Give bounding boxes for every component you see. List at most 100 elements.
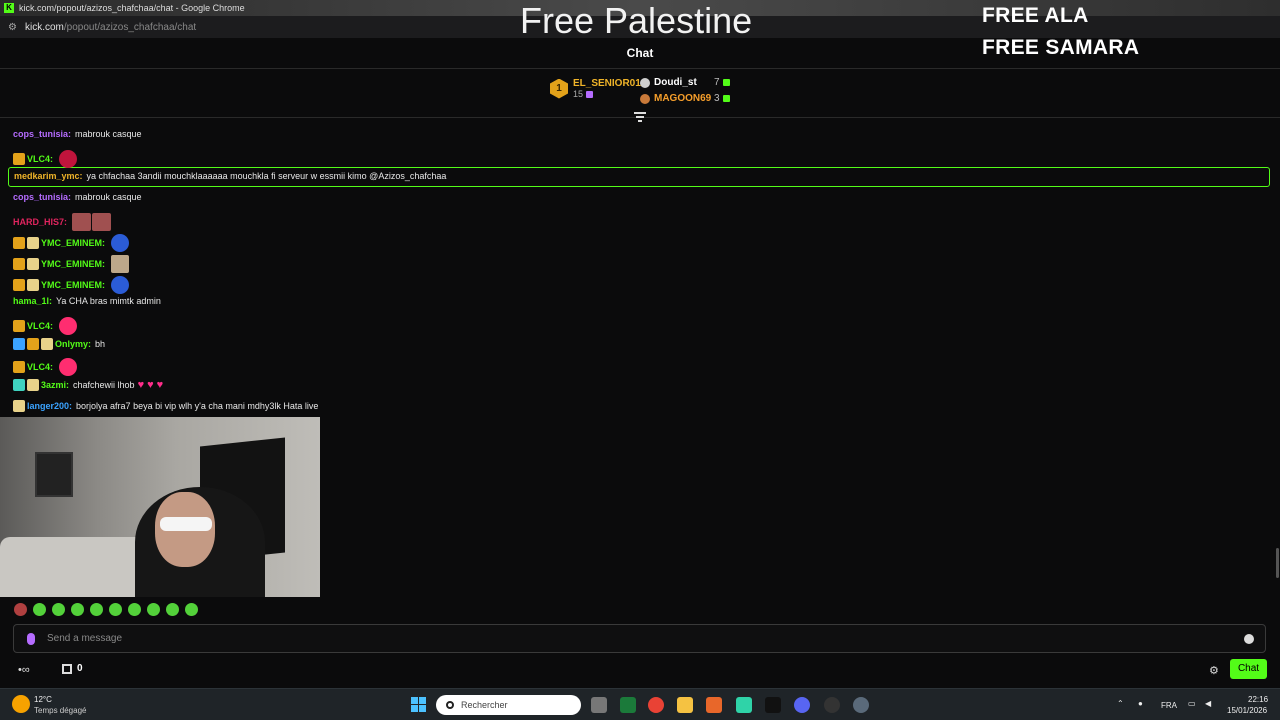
chat-message[interactable]: HARD_HIS7: (13, 213, 112, 231)
windows-start-icon[interactable] (411, 697, 426, 712)
chat-username[interactable]: HARD_HIS7: (13, 217, 67, 227)
emote-icon[interactable] (166, 603, 179, 616)
settings-icon[interactable] (853, 697, 869, 713)
collapse-leaderboard-icon[interactable] (634, 112, 646, 122)
emote-icon[interactable] (109, 603, 122, 616)
emote-icon[interactable] (128, 603, 141, 616)
crown-badge-icon[interactable] (13, 320, 25, 332)
emote-icon[interactable] (147, 603, 160, 616)
chat-scrollbar[interactable] (1276, 548, 1279, 578)
chat-message-text: ya chfachaa 3andii mouchklaaaaaa mouchkl… (86, 171, 447, 181)
chat-message[interactable]: VLC4: (13, 358, 78, 376)
chat-username[interactable]: Onlymy: (55, 339, 91, 349)
chat-username[interactable]: YMC_EMINEM: (41, 238, 105, 248)
vip-badge-icon[interactable] (13, 400, 25, 412)
chat-username[interactable]: YMC_EMINEM: (41, 280, 105, 290)
microphone-icon[interactable] (27, 632, 35, 645)
chat-send-button[interactable]: Chat (1230, 659, 1267, 679)
heart-emote-icon: ♥ (147, 379, 154, 391)
message-input[interactable] (47, 633, 1244, 644)
language-indicator[interactable]: FRA (1161, 701, 1177, 710)
emote-icon[interactable] (52, 603, 65, 616)
search-icon (446, 701, 454, 709)
gift-leaderboard[interactable]: 1 EL_SENIOR01 15 Doudi_st 7 MAGOON69 3 (0, 70, 1280, 118)
chat-message[interactable]: cops_tunisia: mabrouk casque (13, 129, 142, 139)
emote-icon[interactable] (185, 603, 198, 616)
leaderboard-first[interactable]: 1 EL_SENIOR01 15 (550, 78, 641, 99)
chat-username[interactable]: langer200: (27, 401, 72, 411)
chat-username[interactable]: medkarim_ymc: (14, 171, 83, 181)
discord-icon[interactable] (794, 697, 810, 713)
volume-icon[interactable]: ◀ (1205, 699, 1211, 708)
tray-chevron-icon[interactable]: ⌃ (1117, 699, 1124, 708)
crown-badge-icon[interactable] (27, 338, 39, 350)
clock-time[interactable]: 22:16 (1248, 695, 1268, 704)
app-icon[interactable] (736, 697, 752, 713)
leaderboard-third[interactable]: MAGOON69 (640, 93, 711, 104)
chat-message[interactable]: YMC_EMINEM: (13, 255, 130, 273)
crown-badge-icon[interactable] (13, 361, 25, 373)
file-explorer-icon[interactable] (677, 697, 693, 713)
chat-message[interactable]: YMC_EMINEM: (13, 276, 130, 294)
chat-username[interactable]: cops_tunisia: (13, 129, 71, 139)
chat-message[interactable]: VLC4: (13, 150, 78, 168)
crown-badge-icon[interactable] (13, 153, 25, 165)
vip-badge-icon[interactable] (27, 279, 39, 291)
leaderboard-first-name: EL_SENIOR01 (573, 78, 641, 89)
crown-badge-icon[interactable] (13, 279, 25, 291)
chat-username[interactable]: cops_tunisia: (13, 192, 71, 202)
chat-message[interactable]: langer200: borjolya afra7 beya bi vip wlh… (13, 400, 318, 412)
crown-badge-icon[interactable] (13, 258, 25, 270)
user-infinity-icon[interactable]: •∞ (18, 664, 30, 676)
chat-username[interactable]: VLC4: (27, 154, 53, 164)
overlay-free-line-1: FREE ALA (982, 4, 1089, 27)
chat-message[interactable]: VLC4: (13, 317, 78, 335)
app-icon[interactable] (765, 697, 781, 713)
grid-badge-icon[interactable] (13, 379, 25, 391)
chat-username[interactable]: VLC4: (27, 362, 53, 372)
gift-icon (586, 91, 594, 99)
app-icon[interactable] (706, 697, 722, 713)
app-icon[interactable] (824, 697, 840, 713)
task-view-icon[interactable] (591, 697, 607, 713)
network-icon[interactable]: ▭ (1188, 699, 1196, 708)
crown-badge-icon[interactable] (13, 237, 25, 249)
app-icon[interactable] (620, 697, 636, 713)
chat-username[interactable]: hama_1l: (13, 296, 52, 306)
weather-icon[interactable] (12, 695, 30, 713)
emote-icon[interactable] (71, 603, 84, 616)
vip-badge-icon[interactable] (27, 237, 39, 249)
chat-username[interactable]: 3azmi: (41, 380, 69, 390)
chat-username[interactable]: VLC4: (27, 321, 53, 331)
webcam-video[interactable] (0, 417, 320, 597)
vip-badge-icon[interactable] (41, 338, 53, 350)
chat-message[interactable]: 3azmi: chafchewii lhob ♥ ♥ ♥ (13, 379, 163, 391)
mod-badge-icon[interactable] (13, 338, 25, 350)
emoji-picker-icon[interactable] (1244, 633, 1254, 644)
chat-message[interactable]: Onlymy: bh (13, 338, 105, 350)
heart-emote-icon: ♥ (156, 379, 164, 391)
chat-message[interactable]: cops_tunisia: mabrouk casque (13, 192, 142, 202)
message-input-box[interactable] (13, 624, 1266, 653)
chat-message[interactable]: medkarim_ymc: ya chfachaa 3andii mouchkla… (14, 171, 446, 181)
chat-message[interactable]: hama_1l: Ya CHA bras mimtk admin (13, 296, 161, 306)
leaderboard-second[interactable]: Doudi_st (640, 77, 697, 88)
taskbar-search[interactable] (436, 695, 581, 715)
chrome-icon[interactable] (648, 697, 664, 713)
emote-icon[interactable] (33, 603, 46, 616)
emote-icon[interactable] (90, 603, 103, 616)
microphone-tray-icon[interactable]: ● (1138, 699, 1143, 708)
silver-medal-icon (640, 77, 650, 88)
emote-icon[interactable] (14, 603, 27, 616)
site-info-icon[interactable]: ⚙ (8, 22, 17, 33)
quick-emote-bar[interactable] (14, 603, 204, 616)
kick-logo-icon: K (4, 3, 14, 13)
vip-badge-icon[interactable] (27, 379, 39, 391)
chat-username[interactable]: YMC_EMINEM: (41, 259, 105, 269)
gift-icon[interactable] (62, 664, 72, 674)
settings-gear-icon[interactable]: ⚙ (1209, 664, 1219, 677)
vip-badge-icon[interactable] (27, 258, 39, 270)
clock-date[interactable]: 15/01/2026 (1227, 706, 1267, 715)
chat-message[interactable]: YMC_EMINEM: (13, 234, 130, 252)
taskbar-search-input[interactable] (461, 700, 571, 710)
